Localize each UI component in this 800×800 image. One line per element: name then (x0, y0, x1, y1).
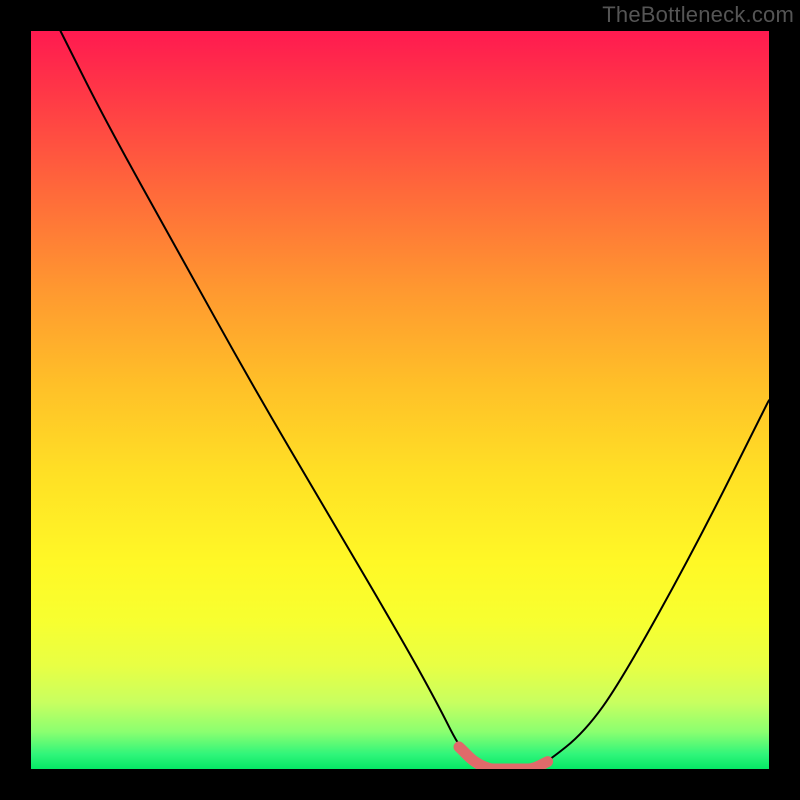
bottleneck-curve-line (61, 31, 770, 769)
watermark-label: TheBottleneck.com (602, 2, 794, 28)
optimal-range-highlight (459, 747, 548, 769)
bottleneck-chart (31, 31, 769, 769)
